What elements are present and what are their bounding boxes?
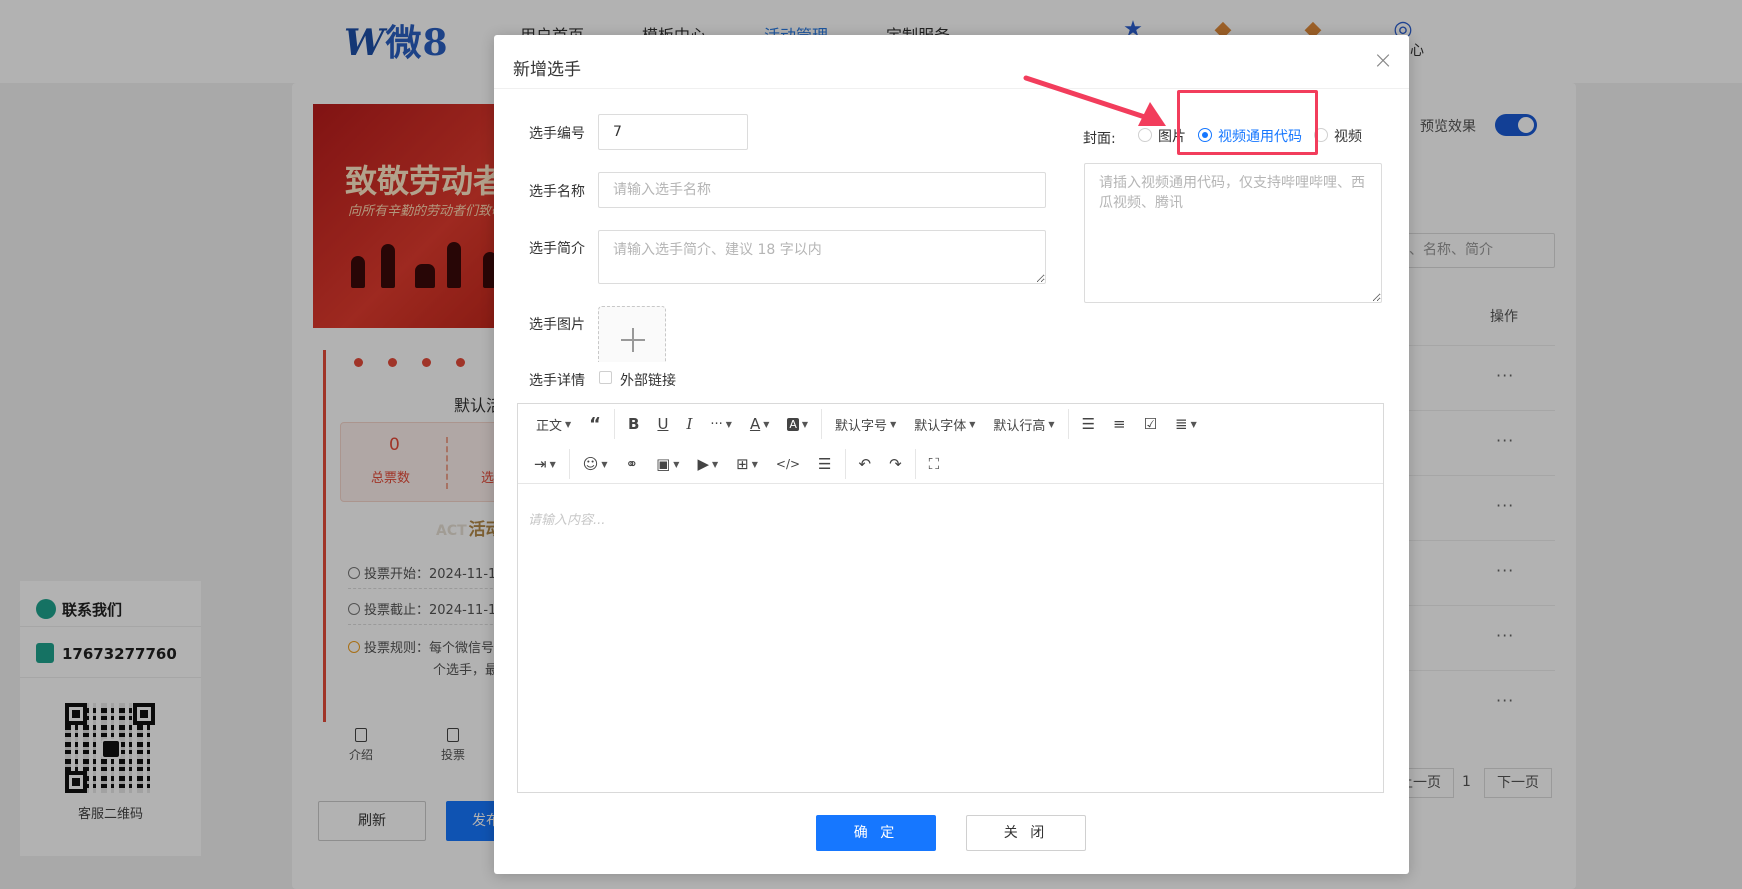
chevron-down-icon: ▼ [890, 419, 897, 429]
image-icon[interactable]: ▣ ▼ [647, 449, 688, 479]
chevron-down-icon: ▼ [801, 419, 809, 429]
player-name-input[interactable] [598, 172, 1046, 208]
cover-option-video-code[interactable]: 视频通用代码 [1218, 126, 1302, 146]
chevron-down-icon: ▼ [1048, 419, 1055, 429]
player-name-label: 选手名称 [529, 184, 585, 200]
cover-radio-video-code[interactable] [1198, 128, 1212, 142]
rich-text-editor: 正文 ▼ “ B U I ··· ▼ A ▼ A ▼ 默认字号 ▼ 默认字体 ▼ 默认行高 ▼… [517, 403, 1384, 793]
link-icon[interactable]: ⚭ [617, 449, 648, 479]
dialog-title: 新增选手 [513, 60, 581, 80]
font-size-dropdown[interactable]: 默认字号 ▼ [826, 409, 905, 439]
editor-placeholder[interactable]: 请输入内容... [528, 509, 605, 528]
cover-option-image[interactable]: 图片 [1158, 126, 1186, 146]
fullscreen-icon[interactable]: ⛶ [920, 449, 949, 479]
cover-radio-image[interactable] [1138, 128, 1152, 142]
chevron-down-icon: ▼ [725, 419, 732, 429]
more-styles-dropdown[interactable]: ··· ▼ [701, 409, 741, 439]
chevron-down-icon: ▼ [549, 459, 556, 469]
redo-icon[interactable]: ↷ [880, 449, 911, 479]
numbered-list-icon[interactable]: ≡ [1104, 409, 1135, 439]
divider-icon[interactable]: ☰ [809, 449, 840, 479]
image-upload-button[interactable] [598, 306, 666, 362]
editor-toolbar: 正文 ▼ “ B U I ··· ▼ A ▼ A ▼ 默认字号 ▼ 默认字体 ▼ 默认行高 ▼… [518, 404, 1383, 484]
toolbar-separator [821, 409, 823, 439]
video-code-textarea[interactable] [1084, 163, 1382, 303]
line-height-label: 默认行高 [993, 418, 1046, 434]
font-size-label: 默认字号 [835, 418, 888, 434]
external-link-checkbox[interactable] [599, 371, 612, 384]
chevron-down-icon: ▼ [751, 459, 758, 469]
underline-icon[interactable]: U [648, 409, 677, 439]
chevron-down-icon: ▼ [601, 459, 608, 469]
italic-icon[interactable]: I [677, 409, 701, 439]
code-icon[interactable]: </> [767, 449, 809, 479]
align-icon[interactable]: ≣ ▼ [1166, 409, 1206, 439]
add-player-dialog: 新增选手 × 选手编号 选手名称 选手简介 选手图片 选手详情 外部链接 封面:… [494, 35, 1409, 874]
player-detail-label: 选手详情 [529, 373, 585, 389]
chevron-down-icon: ▼ [969, 419, 976, 429]
toolbar-separator [614, 409, 616, 439]
confirm-button[interactable]: 确 定 [816, 815, 936, 851]
player-intro-textarea[interactable] [598, 230, 1046, 284]
cover-radio-video[interactable] [1314, 128, 1328, 142]
player-image-label: 选手图片 [529, 317, 585, 333]
indent-icon[interactable]: ⇥ ▼ [518, 449, 565, 479]
paragraph-style-dropdown[interactable]: 正文 ▼ [518, 409, 580, 439]
chevron-down-icon: ▼ [763, 419, 770, 429]
divider [494, 88, 1409, 89]
toolbar-row: 正文 ▼ “ B U I ··· ▼ A ▼ A ▼ 默认字号 ▼ 默认字体 ▼ 默认行高 ▼… [518, 404, 1206, 444]
cover-label: 封面: [1083, 131, 1116, 147]
player-intro-label: 选手简介 [529, 241, 585, 257]
close-icon[interactable]: × [1371, 48, 1395, 73]
line-height-dropdown[interactable]: 默认行高 ▼ [984, 409, 1063, 439]
emoji-icon[interactable]: ☺ ▼ [574, 449, 617, 479]
font-color-icon[interactable]: A ▼ [741, 409, 778, 439]
undo-icon[interactable]: ↶ [850, 449, 881, 479]
player-number-label: 选手编号 [529, 126, 585, 142]
todo-list-icon[interactable]: ☑ [1135, 409, 1166, 439]
background-color-icon[interactable]: A ▼ [778, 409, 817, 439]
bullet-list-icon[interactable]: ☰ [1073, 409, 1104, 439]
chevron-down-icon: ▼ [673, 459, 680, 469]
blockquote-icon[interactable]: “ [580, 409, 610, 439]
font-family-label: 默认字体 [914, 418, 967, 434]
player-number-input[interactable] [598, 114, 748, 150]
toolbar-separator [844, 449, 846, 479]
toolbar-separator [914, 449, 916, 479]
more-styles-label: ··· [710, 416, 723, 432]
font-family-dropdown[interactable]: 默认字体 ▼ [905, 409, 984, 439]
video-icon[interactable]: ▶ ▼ [688, 449, 727, 479]
paragraph-style-label: 正文 [536, 418, 563, 434]
cover-option-video[interactable]: 视频 [1334, 126, 1362, 146]
chevron-down-icon: ▼ [1190, 419, 1197, 429]
toolbar-separator [568, 449, 570, 479]
toolbar-row: ⇥ ▼ ☺ ▼ ⚭ ▣ ▼ ▶ ▼ ⊞ ▼ </> ☰ ↶ ↷ ⛶ [518, 444, 948, 484]
chevron-down-icon: ▼ [565, 419, 572, 429]
close-button[interactable]: 关 闭 [966, 815, 1086, 851]
bold-icon[interactable]: B [619, 409, 648, 439]
toolbar-separator [1067, 409, 1069, 439]
chevron-down-icon: ▼ [712, 459, 719, 469]
external-link-label[interactable]: 外部链接 [620, 370, 676, 390]
table-icon[interactable]: ⊞ ▼ [727, 449, 767, 479]
